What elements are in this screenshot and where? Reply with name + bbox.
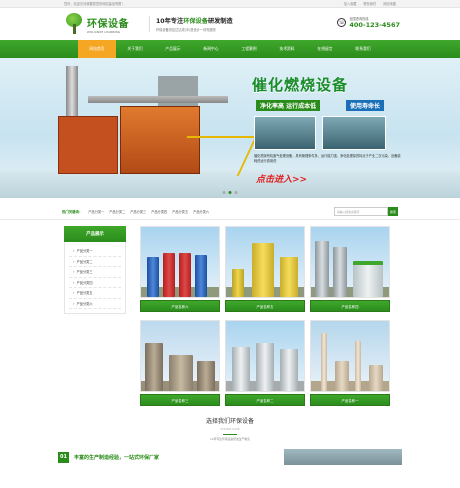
hot-keywords-bar: 热门关键词： 产品分类一 产品分类二 产品分类三 产品分类四 产品分类五 产品分… [0,204,460,220]
search-box: 请输入搜索关键字 搜索 [334,207,398,216]
product-image[interactable] [310,320,390,392]
product-card[interactable]: 产品名称六 [140,226,220,312]
product-card[interactable]: 产品名称五 [225,226,305,312]
nav-tech[interactable]: 技术资料 [268,40,306,58]
slogan-main: 10年专注环保设备研发制造 [156,18,233,25]
banner-cta[interactable]: 点击进入>> [256,172,307,185]
sidebar-title: 产品展示 [64,226,126,242]
hot-keyword[interactable]: 产品分类二 [109,209,125,214]
advantage-number: 01 [58,451,69,463]
top-bar: 您好，欢迎访问我要需您的网站建设有限！ 加入收藏 联系我们 网站地图 [0,0,460,8]
product-name-button[interactable]: 产品名称四 [310,300,390,312]
sidebar-item[interactable]: 产品分类一 [69,246,121,257]
hot-keyword[interactable]: 产品分类六 [193,209,209,214]
product-name-button[interactable]: 产品名称一 [310,394,390,406]
slider-dots [222,191,238,194]
hotline: ☏ 全国咨询热线 400-123-4567 [337,16,400,29]
nav-cases[interactable]: 工程案例 [230,40,268,58]
product-image[interactable] [225,226,305,298]
welcome-text: 您好，欢迎访问我要需您的网站建设有限！ [64,2,125,6]
sitemap-link[interactable]: 网站地图 [383,2,396,6]
search-input[interactable]: 请输入搜索关键字 [334,207,388,216]
banner-photo-1 [254,116,316,150]
top-links: 加入收藏 联系我们 网站地图 [338,1,396,6]
nav-news[interactable]: 新闻中心 [192,40,230,58]
product-name-button[interactable]: 产品名称三 [140,394,220,406]
favorite-link[interactable]: 加入收藏 [344,2,357,6]
sidebar-item[interactable]: 产品分类二 [69,257,121,267]
product-name-button[interactable]: 产品名称二 [225,394,305,406]
slider-dot[interactable] [234,191,238,194]
banner-photo-2 [322,116,386,150]
product-card[interactable]: 产品名称三 [140,320,220,406]
phone-icon: ☏ [337,18,347,27]
section-title: 选择我们环保设备 [205,418,254,425]
hot-keyword[interactable]: 产品分类四 [151,209,167,214]
section-subtitle-en: CHOICE CASE [220,427,240,431]
banner-tag-lifespan: 使用寿命长 [346,100,385,111]
nav-about[interactable]: 关于我们 [116,40,154,58]
site-header: 环保设备 WOLIANCE LEARNING 10年专注环保设备研发制造 环保设… [0,8,460,40]
nav-contact[interactable]: 联系我们 [344,40,382,58]
hot-keyword[interactable]: 产品分类一 [88,209,104,214]
sidebar-item[interactable]: 产品分类六 [69,299,121,309]
sidebar-list: 产品分类一 产品分类二 产品分类三 产品分类四 产品分类五 产品分类六 [64,242,126,314]
product-image[interactable] [225,320,305,392]
logo[interactable]: 环保设备 WOLIANCE LEARNING [64,13,129,35]
section-description: 10年专注环保设备研发生产制造 [210,437,250,441]
slider-dot[interactable] [222,191,226,194]
sidebar-item[interactable]: 产品分类四 [69,278,121,288]
product-image[interactable] [310,226,390,298]
nav-home[interactable]: 网站首页 [78,40,116,58]
product-image[interactable] [140,226,220,298]
section-divider [223,434,237,435]
product-name-button[interactable]: 产品名称六 [140,300,220,312]
slider-dot-active[interactable] [228,191,232,194]
hotline-number: 400-123-4567 [349,21,400,29]
sidebar: 产品展示 产品分类一 产品分类二 产品分类三 产品分类四 产品分类五 产品分类六 [64,226,126,406]
nav-message[interactable]: 在线留言 [306,40,344,58]
products-section: 产品展示 产品分类一 产品分类二 产品分类三 产品分类四 产品分类五 产品分类六 [0,226,460,406]
main-nav: 网站首页 关于我们 产品展示 新闻中心 工程案例 技术资料 在线留言 联系我们 [0,40,460,58]
advantage-row: 01 丰富的生产制造经验，一站式环保厂家 [58,449,402,465]
hot-keyword[interactable]: 产品分类三 [130,209,146,214]
product-card[interactable]: 产品名称四 [310,226,390,312]
banner-description: 催化燃烧有机废气处理设备，具有管理条件多，运行能力强，净化处理量的特点于产业二次… [254,154,401,163]
hero-banner[interactable]: 催化燃烧设备 净化率高 运行成本低 使用寿命长 催化燃烧有机废气处理设备，具有管… [0,58,460,198]
slogan-sub: 环保设备供应达达成(中)是设计一体完服务 [156,28,216,32]
hot-label: 热门关键词： [62,210,83,214]
advantage-text: 丰富的生产制造经验，一站式环保厂家 [74,454,160,461]
banner-tag-efficiency: 净化率高 运行成本低 [256,100,321,111]
nav-products[interactable]: 产品展示 [154,40,192,58]
product-name-button[interactable]: 产品名称五 [225,300,305,312]
sidebar-item[interactable]: 产品分类三 [69,267,121,278]
hot-keyword[interactable]: 产品分类五 [172,209,188,214]
contact-link[interactable]: 联系我们 [363,2,376,6]
logo-subtitle: WOLIANCE LEARNING [87,30,121,34]
tree-logo-icon [64,13,84,35]
slogan: 10年专注环保设备研发制造 环保设备供应达达成(中)是设计一体完服务 [149,16,233,32]
sidebar-item[interactable]: 产品分类五 [69,288,121,299]
product-image[interactable] [140,320,220,392]
product-grid: 产品名称六 产品名称五 产品名称四 产品名称三 产品名称二 产品名称一 [140,226,396,406]
logo-title: 环保设备 [87,18,129,30]
product-card[interactable]: 产品名称一 [310,320,390,406]
banner-title: 催化燃烧设备 [252,76,349,94]
search-button[interactable]: 搜索 [388,207,398,216]
advantage-image [284,449,402,465]
equipment-image [58,66,258,191]
product-card[interactable]: 产品名称二 [225,320,305,406]
